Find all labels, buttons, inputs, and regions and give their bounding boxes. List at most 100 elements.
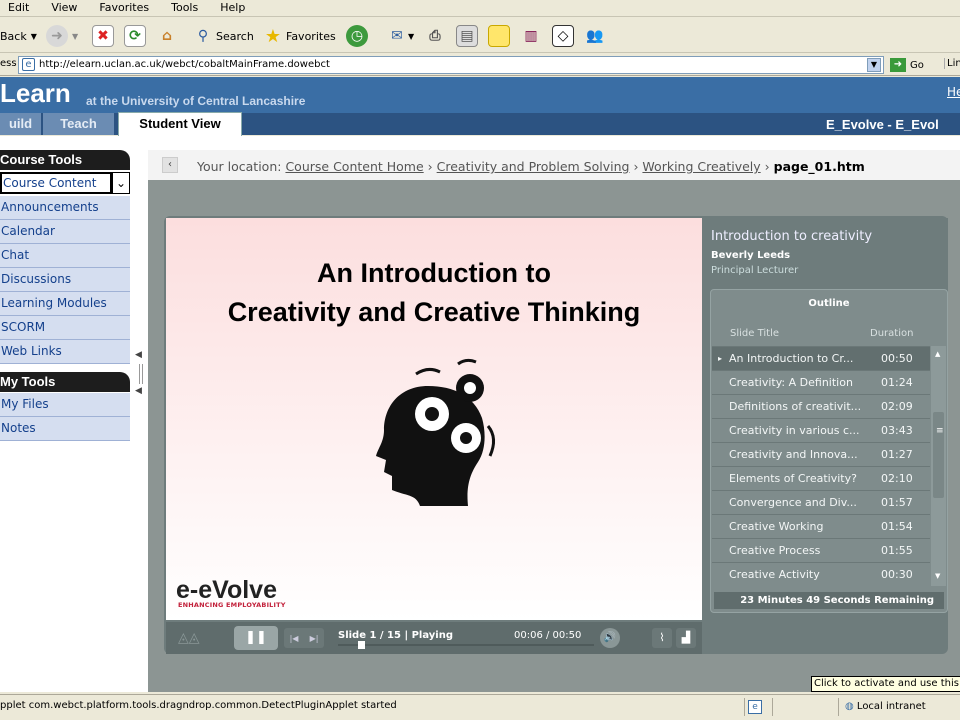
forward-button[interactable]: ➜ ▼ <box>46 23 78 49</box>
refresh-button[interactable]: ⟳ <box>124 23 146 49</box>
current-slide-marker-icon: ▸ <box>718 354 723 363</box>
outline-row[interactable]: Elements of Creativity? 02:10 <box>712 466 930 490</box>
slide-title: An Introduction to Creativity and Creati… <box>166 254 702 332</box>
outline-heading[interactable]: Outline <box>710 298 948 309</box>
player-logo-icon: ◬◬ <box>178 630 200 646</box>
scroll-up-icon[interactable]: ▲ <box>935 350 940 358</box>
col-duration: Duration <box>870 328 914 339</box>
tab-build[interactable]: uild <box>0 113 42 135</box>
menu-favorites[interactable]: Favorites <box>99 0 149 14</box>
links-button[interactable]: Lin <box>944 58 960 69</box>
next-slide-icon[interactable]: ▶| <box>310 634 319 643</box>
nav-course-content[interactable]: Course Content <box>0 172 112 194</box>
home-button[interactable]: ⌂ <box>156 23 178 49</box>
outline-row[interactable]: Definitions of creativit... 02:09 <box>712 394 930 418</box>
tab-student-view[interactable]: Student View <box>118 112 242 136</box>
outline-row[interactable]: Creativity: A Definition 01:24 <box>712 370 930 394</box>
volume-button[interactable]: 🔊 <box>600 628 620 648</box>
print-button[interactable]: ⎙ <box>424 23 446 49</box>
outline-row[interactable]: ▸ An Introduction to Cr... 00:50 <box>712 346 930 370</box>
course-content-expand-icon[interactable]: ⌄ <box>112 172 130 194</box>
nav-announcements[interactable]: Announcements <box>0 196 130 220</box>
scroll-thumb[interactable] <box>933 412 944 498</box>
outline-row[interactable]: Creativity in various c... 03:43 <box>712 418 930 442</box>
status-bar: pplet com.webct.platform.tools.dragndrop… <box>0 694 960 720</box>
menu-help[interactable]: Help <box>220 0 245 14</box>
favorites-button[interactable]: ★ Favorites <box>262 23 336 49</box>
help-link[interactable]: He <box>947 85 960 99</box>
outline-row[interactable]: Convergence and Div... 01:57 <box>712 490 930 514</box>
messenger-button[interactable]: 👥 <box>584 23 606 49</box>
breadcrumb-separator: › <box>633 159 639 174</box>
progress-handle[interactable] <box>358 641 365 649</box>
sidebar-resize-handle[interactable] <box>139 364 143 384</box>
forward-icon: ➜ <box>46 25 68 47</box>
progress-track[interactable] <box>338 644 594 646</box>
edit-button[interactable]: ▤ <box>456 23 478 49</box>
address-dropdown-icon[interactable]: ▼ <box>867 58 881 72</box>
nav-scorm[interactable]: SCORM <box>0 316 130 340</box>
activex-tooltip: Click to activate and use this co <box>811 676 960 692</box>
eevolve-tagline: ENHANCING EMPLOYABILITY <box>178 601 286 609</box>
menu-view[interactable]: View <box>51 0 77 14</box>
edit-icon: ▤ <box>456 25 478 47</box>
outline-row[interactable]: Creativity and Innova... 01:27 <box>712 442 930 466</box>
nav-web-links[interactable]: Web Links <box>0 340 130 364</box>
note-icon <box>488 25 510 47</box>
home-icon: ⌂ <box>161 28 173 44</box>
stop-icon: ✖ <box>92 25 114 47</box>
breadcrumb-link-working[interactable]: Working Creatively <box>642 159 760 174</box>
outline-row[interactable]: Creative Process 01:55 <box>712 538 930 562</box>
fullscreen-button[interactable]: ◇ <box>552 23 574 49</box>
page-status-icon: e <box>748 700 762 714</box>
pause-button[interactable]: ❚❚ <box>234 626 278 650</box>
breadcrumb-link-creativity[interactable]: Creativity and Problem Solving <box>437 159 630 174</box>
stop-button[interactable]: ✖ <box>92 23 114 49</box>
fullscreen-icon: ◇ <box>552 25 574 47</box>
history-button[interactable]: ◷ <box>346 23 368 49</box>
scroll-down-icon[interactable]: ▼ <box>935 572 940 580</box>
layout-icon: ▟ <box>681 631 691 644</box>
ie-page-icon: e <box>22 58 35 71</box>
note-button[interactable] <box>488 23 510 49</box>
breadcrumb: Your location: Course Content Home › Cre… <box>197 159 865 174</box>
history-icon: ◷ <box>346 25 368 47</box>
tab-teach[interactable]: Teach <box>43 113 115 135</box>
breadcrumb-link-home[interactable]: Course Content Home <box>285 159 423 174</box>
print-icon: ⎙ <box>429 28 441 44</box>
attachments-button[interactable]: ⌇ <box>652 628 672 648</box>
research-button[interactable]: ▥ <box>520 23 542 49</box>
address-url: http://elearn.uclan.ac.uk/webct/cobaltMa… <box>39 59 330 70</box>
breadcrumb-back-icon[interactable]: ‹ <box>162 157 178 173</box>
layout-button[interactable]: ▟ <box>676 628 696 648</box>
browser-toolbar: Back ▼ ➜ ▼ ✖ ⟳ ⌂ ⚲ Search ★ Favorites ◷ ✉ ▼ ⎙… <box>0 18 960 53</box>
sidebar: Course Tools Course Content ⌄ Announceme… <box>0 136 148 692</box>
scroll-grip-icon: ≡ <box>936 426 944 436</box>
zone-indicator: ◍ Local intranet <box>838 698 960 716</box>
back-button[interactable]: Back ▼ <box>0 23 37 49</box>
go-button[interactable]: ➜ Go <box>890 56 924 74</box>
search-button[interactable]: ⚲ Search <box>192 23 254 49</box>
pause-icon: ❚❚ <box>245 630 267 645</box>
nav-notes[interactable]: Notes <box>0 417 130 441</box>
nav-my-files[interactable]: My Files <box>0 393 130 417</box>
prev-slide-icon[interactable]: |◀ <box>290 634 299 643</box>
outline-scrollbar[interactable]: ▲ ≡ ▼ <box>931 346 946 586</box>
expand-sidebar-icon[interactable]: ◀ <box>135 386 142 396</box>
outline-row[interactable]: Creative Working 01:54 <box>712 514 930 538</box>
menu-edit[interactable]: Edit <box>8 0 29 14</box>
status-text: pplet com.webct.platform.tools.dragndrop… <box>0 700 397 711</box>
address-input[interactable]: e http://elearn.uclan.ac.uk/webct/cobalt… <box>18 56 884 74</box>
mail-button[interactable]: ✉ ▼ <box>386 23 414 49</box>
nav-calendar[interactable]: Calendar <box>0 220 130 244</box>
collapse-sidebar-icon[interactable]: ◀ <box>135 350 142 360</box>
menu-tools[interactable]: Tools <box>171 0 198 14</box>
nav-learning-modules[interactable]: Learning Modules <box>0 292 130 316</box>
nav-chat[interactable]: Chat <box>0 244 130 268</box>
mail-icon: ✉ <box>391 28 403 44</box>
research-icon: ▥ <box>524 28 538 44</box>
messenger-icon: 👥 <box>586 28 604 44</box>
slide-title-line-1: An Introduction to <box>317 258 551 288</box>
nav-discussions[interactable]: Discussions <box>0 268 130 292</box>
outline-row[interactable]: Creative Activity 00:30 <box>712 562 930 586</box>
